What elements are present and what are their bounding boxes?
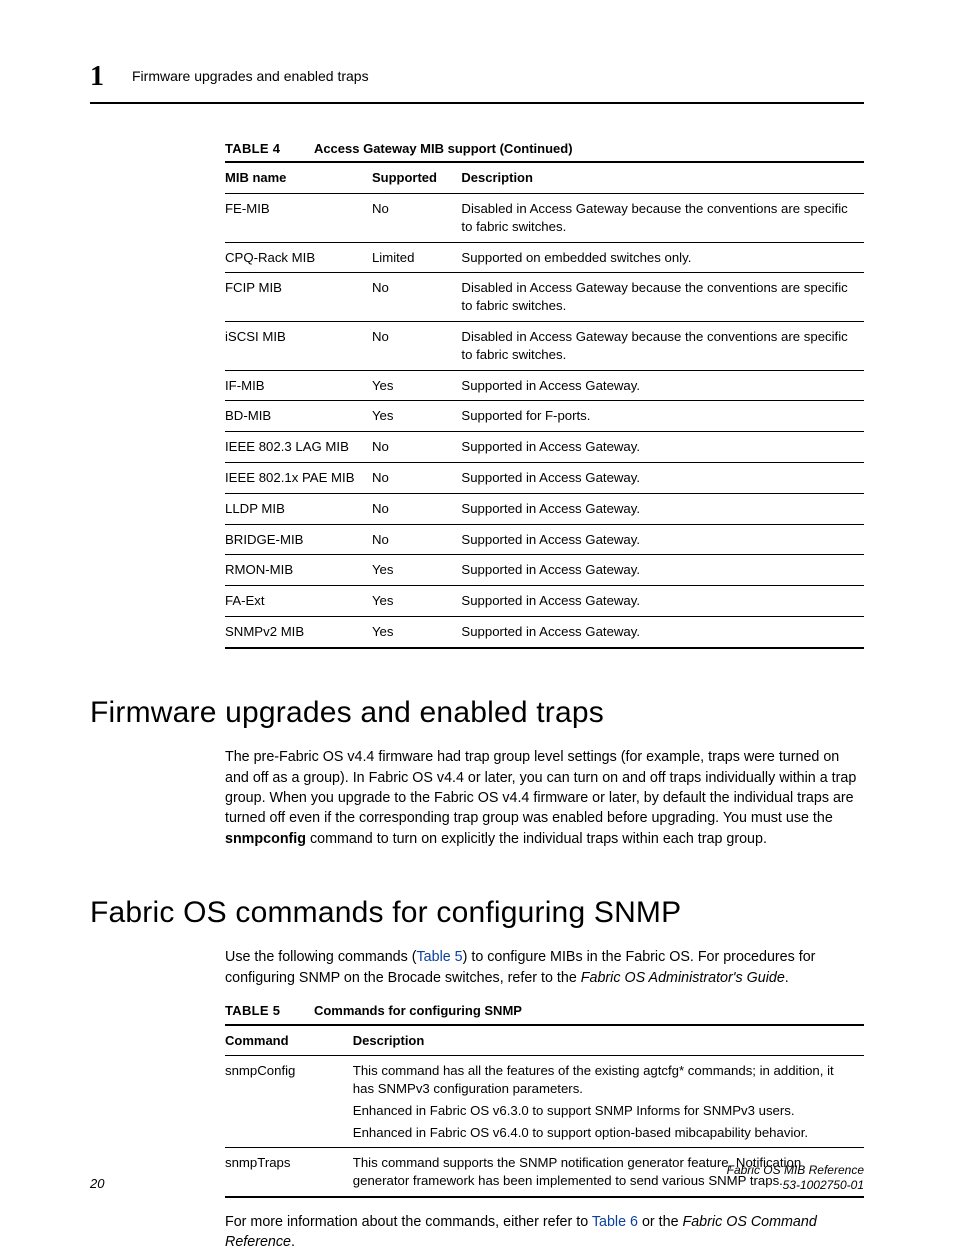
table-row: IF-MIBYesSupported in Access Gateway. — [225, 370, 864, 401]
supported-cell: No — [372, 321, 461, 370]
table5-caption: TABLE 5 Commands for configuring SNMP — [225, 1002, 864, 1020]
section2-intro: Use the following commands (Table 5) to … — [225, 947, 864, 988]
page: 1 Firmware upgrades and enabled traps TA… — [0, 0, 954, 1235]
section-heading-firmware: Firmware upgrades and enabled traps — [90, 693, 864, 734]
table5-label: TABLE 5 — [225, 1003, 280, 1018]
table4-caption: TABLE 4 Access Gateway MIB support (Cont… — [225, 140, 864, 158]
table-row: LLDP MIBNoSupported in Access Gateway. — [225, 493, 864, 524]
table-row: CPQ-Rack MIBLimitedSupported on embedded… — [225, 242, 864, 273]
table5-header-row: Command Description — [225, 1025, 864, 1056]
description-cell: Disabled in Access Gateway because the c… — [461, 321, 864, 370]
running-header: 1 Firmware upgrades and enabled traps — [90, 58, 864, 96]
mib-name-cell: FA-Ext — [225, 586, 372, 617]
description-cell: Supported in Access Gateway. — [461, 432, 864, 463]
mib-name-cell: IEEE 802.1x PAE MIB — [225, 463, 372, 494]
closing-a: For more information about the commands,… — [225, 1214, 592, 1230]
supported-cell: No — [372, 524, 461, 555]
supported-cell: No — [372, 432, 461, 463]
description-cell: This command has all the features of the… — [353, 1056, 864, 1148]
description-line: This command has all the features of the… — [353, 1062, 856, 1098]
table-row: FA-ExtYesSupported in Access Gateway. — [225, 586, 864, 617]
description-cell: Supported in Access Gateway. — [461, 524, 864, 555]
table-row: FCIP MIBNoDisabled in Access Gateway bec… — [225, 273, 864, 322]
table4-header-row: MIB name Supported Description — [225, 162, 864, 193]
supported-cell: Yes — [372, 555, 461, 586]
table4-block: TABLE 4 Access Gateway MIB support (Cont… — [225, 140, 864, 649]
closing-b: or the — [638, 1214, 683, 1230]
mib-name-cell: FE-MIB — [225, 193, 372, 242]
mib-name-cell: BRIDGE-MIB — [225, 524, 372, 555]
supported-cell: Yes — [372, 617, 461, 648]
supported-cell: No — [372, 493, 461, 524]
supported-cell: No — [372, 273, 461, 322]
mib-name-cell: IF-MIB — [225, 370, 372, 401]
table-row: BD-MIBYesSupported for F-ports. — [225, 401, 864, 432]
table-row: RMON-MIBYesSupported in Access Gateway. — [225, 555, 864, 586]
description-cell: Supported in Access Gateway. — [461, 463, 864, 494]
table-row: SNMPv2 MIBYesSupported in Access Gateway… — [225, 617, 864, 648]
table-row: iSCSI MIBNoDisabled in Access Gateway be… — [225, 321, 864, 370]
table4: MIB name Supported Description FE-MIBNoD… — [225, 161, 864, 649]
page-number: 20 — [90, 1175, 104, 1193]
table-row: IEEE 802.1x PAE MIBNoSupported in Access… — [225, 463, 864, 494]
table-row: snmpConfigThis command has all the featu… — [225, 1056, 864, 1148]
doc-title: Fabric OS MIB Reference — [727, 1163, 864, 1178]
doc-id: 53-1002750-01 — [727, 1178, 864, 1193]
supported-cell: No — [372, 463, 461, 494]
description-cell: Supported in Access Gateway. — [461, 586, 864, 617]
mib-name-cell: RMON-MIB — [225, 555, 372, 586]
table5-link[interactable]: Table 5 — [417, 949, 463, 965]
description-cell: Supported in Access Gateway. — [461, 493, 864, 524]
supported-cell: No — [372, 193, 461, 242]
command-cell: snmpConfig — [225, 1056, 353, 1148]
description-cell: Disabled in Access Gateway because the c… — [461, 273, 864, 322]
table5-col-description: Description — [353, 1025, 864, 1056]
table-row: FE-MIBNoDisabled in Access Gateway becau… — [225, 193, 864, 242]
supported-cell: Yes — [372, 370, 461, 401]
description-cell: Supported in Access Gateway. — [461, 617, 864, 648]
section-heading-commands: Fabric OS commands for configuring SNMP — [90, 893, 864, 934]
mib-name-cell: IEEE 802.3 LAG MIB — [225, 432, 372, 463]
description-cell: Supported for F-ports. — [461, 401, 864, 432]
section1-body: The pre-Fabric OS v4.4 firmware had trap… — [225, 747, 864, 848]
mib-name-cell: iSCSI MIB — [225, 321, 372, 370]
admin-guide-ref: Fabric OS Administrator's Guide — [581, 970, 785, 986]
table4-col-supported: Supported — [372, 162, 461, 193]
section1-text-b: command to turn on explicitly the indivi… — [306, 831, 767, 847]
header-rule — [90, 102, 864, 104]
closing-paragraph: For more information about the commands,… — [225, 1212, 864, 1253]
table4-col-mibname: MIB name — [225, 162, 372, 193]
mib-name-cell: FCIP MIB — [225, 273, 372, 322]
snmpconfig-command: snmpconfig — [225, 831, 306, 847]
running-title: Firmware upgrades and enabled traps — [132, 67, 369, 86]
description-line: Enhanced in Fabric OS v6.4.0 to support … — [353, 1124, 856, 1142]
description-cell: Supported in Access Gateway. — [461, 555, 864, 586]
description-cell: Supported on embedded switches only. — [461, 242, 864, 273]
table-row: IEEE 802.3 LAG MIBNoSupported in Access … — [225, 432, 864, 463]
supported-cell: Limited — [372, 242, 461, 273]
mib-name-cell: LLDP MIB — [225, 493, 372, 524]
table6-link[interactable]: Table 6 — [592, 1214, 638, 1230]
supported-cell: Yes — [372, 586, 461, 617]
section2-intro-a: Use the following commands ( — [225, 949, 417, 965]
table4-title: Access Gateway MIB support (Continued) — [314, 141, 573, 156]
section2-intro-c: . — [785, 970, 789, 986]
table4-label: TABLE 4 — [225, 141, 280, 156]
mib-name-cell: SNMPv2 MIB — [225, 617, 372, 648]
table-row: BRIDGE-MIBNoSupported in Access Gateway. — [225, 524, 864, 555]
mib-name-cell: CPQ-Rack MIB — [225, 242, 372, 273]
table5-title: Commands for configuring SNMP — [314, 1003, 522, 1018]
description-cell: Disabled in Access Gateway because the c… — [461, 193, 864, 242]
supported-cell: Yes — [372, 401, 461, 432]
mib-name-cell: BD-MIB — [225, 401, 372, 432]
section1-text-a: The pre-Fabric OS v4.4 firmware had trap… — [225, 749, 856, 826]
closing-c: . — [291, 1234, 295, 1250]
table4-col-description: Description — [461, 162, 864, 193]
doc-info: Fabric OS MIB Reference 53-1002750-01 — [727, 1163, 864, 1193]
description-cell: Supported in Access Gateway. — [461, 370, 864, 401]
chapter-number: 1 — [90, 58, 104, 96]
description-line: Enhanced in Fabric OS v6.3.0 to support … — [353, 1102, 856, 1120]
page-footer: 20 Fabric OS MIB Reference 53-1002750-01 — [90, 1163, 864, 1193]
table5-col-command: Command — [225, 1025, 353, 1056]
